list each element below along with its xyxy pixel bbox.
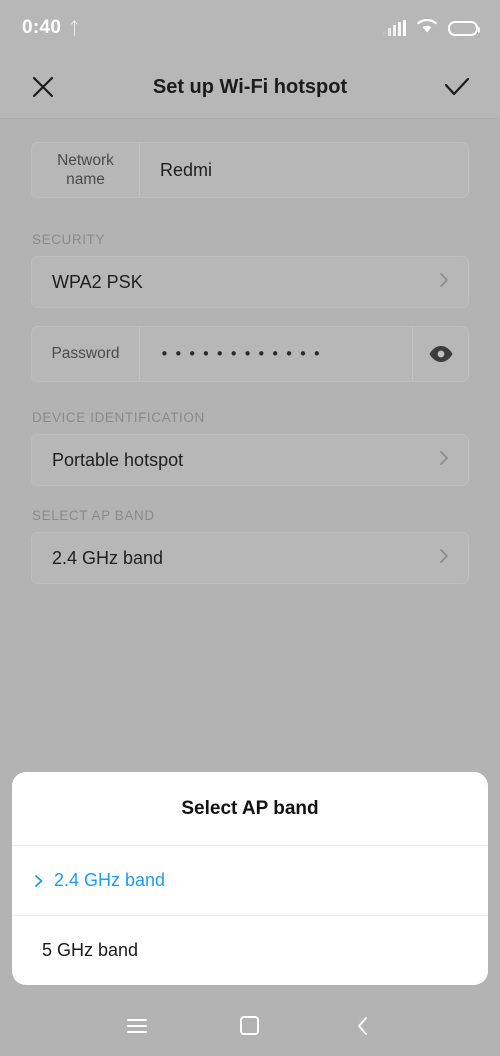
security-type-value: WPA2 PSK	[52, 271, 143, 292]
menu-button[interactable]	[116, 1005, 158, 1047]
cellular-signal-icon	[383, 20, 406, 36]
ap-band-row[interactable]: 2.4 GHz band	[31, 532, 469, 584]
security-type-row[interactable]: WPA2 PSK	[31, 256, 469, 308]
back-icon	[358, 1016, 368, 1035]
select-ap-band-dialog: Select AP band 2.4 GHz band 5 GHz band	[12, 772, 488, 985]
status-bar-left: 0:40 ᛏ	[22, 17, 79, 39]
password-input[interactable]: ••••••••••••	[140, 327, 412, 381]
password-label: Password	[32, 327, 140, 381]
navigation-bar	[0, 995, 500, 1056]
phone-screen: 0:40 ᛏ Set up Wi-Fi hotspot Network name…	[0, 0, 500, 1056]
device-identification-row[interactable]: Portable hotspot	[31, 434, 469, 486]
password-masked-value: ••••••••••••	[160, 345, 327, 363]
device-identification-value: Portable hotspot	[52, 449, 184, 470]
battery-icon	[448, 20, 480, 36]
close-button[interactable]	[26, 70, 60, 104]
chevron-right-icon	[434, 270, 454, 295]
wifi-icon	[416, 17, 438, 39]
home-button[interactable]	[229, 1005, 271, 1047]
dialog-option-5ghz[interactable]: 5 GHz band	[12, 915, 488, 985]
dialog-option-2-4ghz[interactable]: 2.4 GHz band	[12, 845, 488, 915]
network-name-label: Network name	[32, 143, 140, 197]
chevron-right-icon	[434, 546, 454, 571]
status-time: 0:40	[22, 17, 62, 38]
security-section-header: SECURITY	[32, 232, 106, 247]
ap-band-value: 2.4 GHz band	[52, 547, 164, 568]
close-icon	[32, 76, 54, 98]
confirm-button[interactable]	[440, 70, 474, 104]
reveal-password-button[interactable]	[412, 327, 468, 381]
checkmark-icon	[444, 77, 470, 96]
ap-band-section-header: SELECT AP BAND	[32, 508, 155, 523]
status-bar-right	[383, 17, 480, 39]
dialog-title: Select AP band	[181, 798, 319, 819]
home-icon	[240, 1016, 260, 1035]
eye-icon	[429, 346, 452, 362]
device-identification-section-header: DEVICE IDENTIFICATION	[32, 410, 205, 425]
bluetooth-icon: ᛏ	[69, 18, 80, 38]
dialog-option-label: 5 GHz band	[42, 940, 139, 960]
status-bar: 0:40 ᛏ	[0, 0, 500, 56]
chevron-right-icon	[32, 873, 46, 889]
password-field[interactable]: Password ••••••••••••	[31, 326, 469, 382]
page-title: Set up Wi-Fi hotspot	[152, 75, 348, 98]
network-name-input[interactable]: Redmi	[140, 143, 468, 197]
network-name-field[interactable]: Network name Redmi	[31, 142, 469, 198]
app-bar: Set up Wi-Fi hotspot	[0, 56, 500, 119]
menu-icon	[126, 1018, 147, 1033]
chevron-right-icon	[434, 448, 454, 473]
dialog-option-label: 2.4 GHz band	[54, 870, 166, 890]
back-button[interactable]	[342, 1005, 384, 1047]
